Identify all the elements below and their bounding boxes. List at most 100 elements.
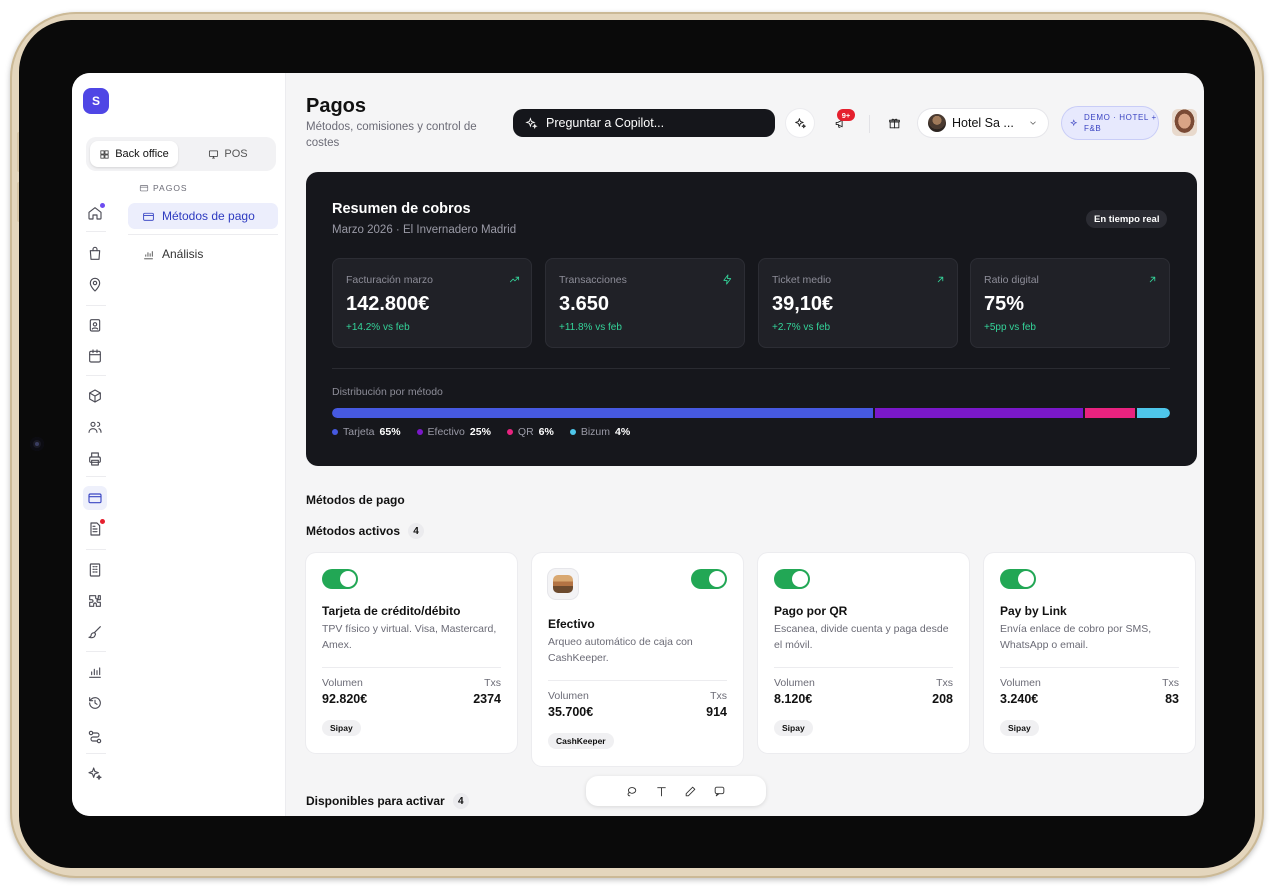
volume-label: Volumen [548,690,589,702]
puzzle-icon[interactable] [85,591,105,611]
hotel-name: Hotel Sa ... [952,116,1014,130]
demo-badge[interactable]: DEMO · HOTEL + F&B [1062,107,1158,139]
monitor-icon [209,149,219,159]
printer-icon[interactable] [85,449,105,469]
copilot-search[interactable]: Preguntar a Copilot... [513,109,775,137]
pos-tab[interactable]: POS [184,141,272,167]
legend-item-qr: QR 6% [506,426,554,438]
annotation-toolbar [586,776,766,806]
zap-icon [723,274,732,285]
method-desc: Arqueo automático de caja con CashKeeper… [548,636,693,664]
sidebar-item-metodos-de-pago[interactable]: Métodos de pago [128,203,278,229]
distribution-legend: Tarjeta 65% Efectivo 25% QR 6% Bizum 4% [332,426,630,438]
legend-name: Efectivo [427,426,465,438]
method-name: Efectivo [548,617,595,631]
txs-label: Txs [484,677,501,689]
method-toggle[interactable] [322,569,358,589]
txs-label: Txs [1162,677,1179,689]
available-methods-count: 4 [452,793,469,809]
kpi-value: 39,10€ [772,293,834,315]
gift-button[interactable] [880,109,908,137]
icon-rail: S [72,73,123,816]
legend-item-bizum: Bizum 4% [569,426,630,438]
rail-divider [86,651,106,652]
method-name: Pago por QR [774,604,848,618]
text-icon[interactable] [655,785,668,798]
methods-section-title: Métodos de pago [306,493,405,507]
route-icon[interactable] [85,727,105,747]
comment-icon[interactable] [713,785,726,798]
sparkles-icon[interactable] [85,764,105,784]
method-card-pay-by-link[interactable]: Pay by Link Envía enlace de cobro por SM… [984,553,1195,753]
copilot-placeholder: Preguntar a Copilot... [546,116,665,130]
lasso-icon[interactable] [626,785,639,798]
header-divider [869,115,870,133]
card-divider [322,667,501,668]
building-icon[interactable] [85,560,105,580]
summary-title: Resumen de cobros [332,201,471,217]
back-office-tab[interactable]: Back office [90,141,178,167]
bar-chart-icon[interactable] [85,662,105,682]
credit-card-icon[interactable] [83,486,107,510]
sidebar-item-label: Análisis [162,247,204,261]
shopping-bag-icon[interactable] [85,244,105,264]
distribution-segment-bizum [1136,408,1170,418]
brush-icon[interactable] [85,622,105,642]
pos-label: POS [224,148,248,160]
home-icon[interactable] [85,203,105,223]
users-icon[interactable] [85,417,105,437]
volume-value: 92.820€ [322,692,368,706]
trending-up-icon [509,276,520,283]
distribution-segment-qr [1084,408,1135,418]
sparkles-icon [525,116,538,129]
txs-label: Txs [710,690,727,702]
ai-button[interactable] [786,109,814,137]
summary-subtitle: Marzo 2026 · El Invernadero Madrid [332,224,517,236]
txs-label: Txs [936,677,953,689]
user-avatar[interactable] [1172,109,1197,136]
page-title: Pagos [306,95,367,117]
method-card-qr[interactable]: Pago por QR Escanea, divide cuenta y pag… [758,553,969,753]
kpi-label: Ticket medio [772,274,832,286]
txs-value: 208 [932,692,953,706]
method-desc: Escanea, divide cuenta y paga desde el m… [774,623,949,651]
kpi-label: Ratio digital [984,274,1039,286]
kpi-card: Transacciones 3.650 +11.8% vs feb [545,258,745,348]
kpi-label: Transacciones [559,274,627,286]
method-desc: Envía enlace de cobro por SMS, WhatsApp … [1000,623,1152,651]
method-toggle[interactable] [1000,569,1036,589]
sidebar-section-label: PAGOS [153,183,188,193]
calendar-icon[interactable] [85,346,105,366]
rail-divider [86,476,106,477]
card-divider [548,680,727,681]
package-icon[interactable] [85,386,105,406]
provider-tag: Sipay [322,720,361,736]
method-card-tarjeta[interactable]: Tarjeta de crédito/débito TPV físico y v… [306,553,517,753]
legend-pct: 6% [538,426,554,438]
arrow-up-right-icon [937,276,944,283]
pencil-icon[interactable] [684,785,697,798]
distribution-bar [332,408,1170,418]
mode-switch: Back office POS [86,137,276,171]
distribution-label: Distribución por método [332,386,443,398]
rail-divider [86,305,106,306]
kpi-value: 142.800€ [346,293,430,315]
available-methods-title: Disponibles para activar [306,794,445,808]
gift-icon [888,118,900,128]
hotel-selector[interactable]: Hotel Sa ... [918,109,1048,137]
sidebar-item-analisis[interactable]: Análisis [128,241,278,267]
method-toggle[interactable] [691,569,727,589]
app-logo[interactable]: S [83,88,109,114]
legend-pct: 65% [379,426,401,438]
method-toggle[interactable] [774,569,810,589]
volume-label: Volumen [322,677,363,689]
volume-value: 35.700€ [548,705,594,719]
history-icon[interactable] [85,693,105,713]
rail-divider [86,231,106,232]
file-text-icon[interactable] [85,519,105,539]
rail-divider [86,753,106,754]
badge-icon[interactable] [85,315,105,335]
map-pin-icon[interactable] [85,275,105,295]
demo-badge-label: DEMO · HOTEL + F&B [1084,113,1157,133]
method-card-efectivo[interactable]: Efectivo Arqueo automático de caja con C… [532,553,743,766]
